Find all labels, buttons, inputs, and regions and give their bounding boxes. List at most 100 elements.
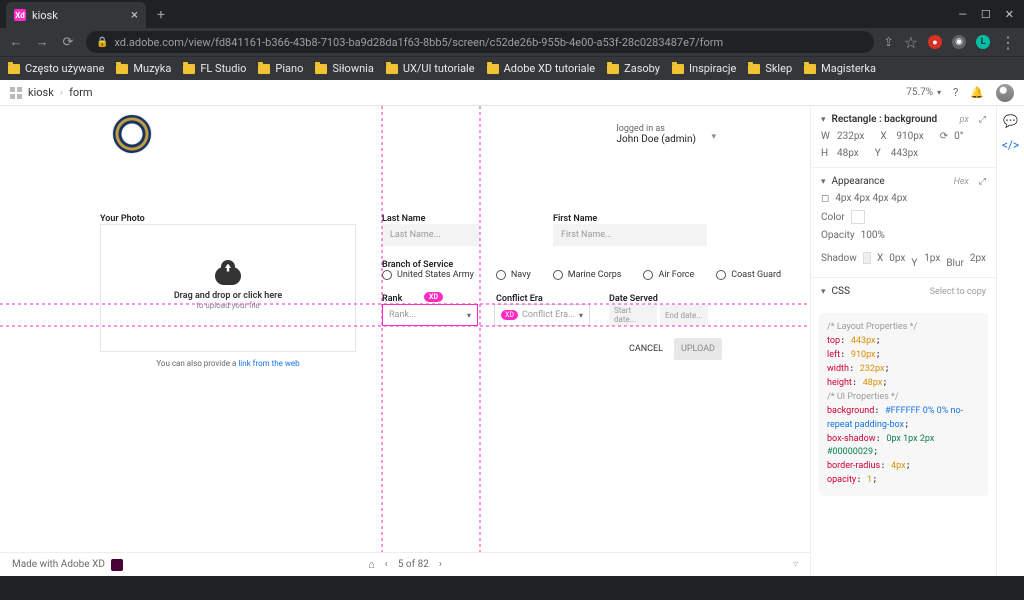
bookmark-item[interactable]: Inspiracje [672, 62, 736, 75]
rank-select[interactable]: Rank...▾ [382, 304, 478, 326]
rotate-icon: ⟳ [940, 131, 948, 142]
extension-red-icon[interactable]: ● [928, 35, 942, 49]
browser-tab[interactable]: Xd kiosk × [6, 2, 146, 28]
first-name-input[interactable]: First Name... [553, 224, 707, 246]
chevron-down-icon[interactable]: ▾ [821, 115, 826, 125]
branch-option[interactable]: Air Force [643, 270, 694, 280]
folder-icon [8, 64, 20, 74]
fill-swatch[interactable] [851, 210, 865, 224]
home-icon[interactable]: ⌂ [368, 558, 375, 571]
specs-icon[interactable]: </> [1002, 138, 1019, 152]
bookmark-item[interactable]: Adobe XD tutoriale [487, 62, 596, 75]
shadow-x: 0px [889, 253, 905, 264]
prop-opacity: 100% [861, 230, 885, 241]
bookmark-item[interactable]: Magisterka [804, 62, 876, 75]
address-bar[interactable]: 🔒 xd.adobe.com/view/fd841161-b366-43b8-7… [86, 31, 874, 53]
artboard-grid-icon[interactable] [10, 87, 22, 99]
bookmark-item[interactable]: Muzyka [116, 62, 171, 75]
breadcrumb-leaf[interactable]: form [69, 86, 92, 99]
bookmark-item[interactable]: UX/UI tutoriale [386, 62, 475, 75]
shadow-y: 1px [924, 253, 940, 264]
back-icon[interactable]: ← [8, 34, 24, 50]
branch-option[interactable]: Navy [496, 270, 531, 280]
extension-camera-icon[interactable]: ◉ [952, 35, 966, 49]
prop-rotate: 0° [954, 131, 963, 142]
branch-option[interactable]: United States Army [382, 270, 474, 280]
profile-avatar-icon[interactable]: L [976, 35, 990, 49]
last-name-input[interactable]: Last Name... [382, 224, 480, 246]
prop-h: 48px [837, 148, 859, 159]
share-icon[interactable]: ⇪ [884, 35, 894, 49]
help-icon[interactable]: ? [953, 86, 958, 99]
your-photo-label: Your Photo [100, 214, 145, 224]
logged-in-widget[interactable]: logged in as John Doe (admin) ▾ [617, 124, 697, 145]
link-from-web[interactable]: link from the web [238, 359, 299, 368]
bookmark-item[interactable]: Zasoby [607, 62, 660, 75]
window-close-icon[interactable]: ✕ [1005, 8, 1014, 21]
forward-icon[interactable]: → [34, 34, 50, 50]
window-maximize-icon[interactable]: ☐ [981, 8, 991, 21]
xd-selection-badge: XD [501, 310, 518, 320]
upload-button[interactable]: UPLOAD [674, 338, 722, 360]
css-output[interactable]: /* Layout Properties */ top: 443px; left… [819, 313, 988, 496]
comments-icon[interactable]: 💬 [1003, 114, 1018, 128]
css-heading: CSS [832, 286, 850, 297]
close-tab-icon[interactable]: × [131, 8, 138, 23]
next-artboard-icon[interactable]: › [439, 559, 442, 570]
xd-favicon: Xd [14, 9, 26, 21]
photo-dropzone[interactable]: Drag and drop or click here to upload yo… [100, 224, 356, 352]
conflict-era-label: Conflict Era [496, 294, 543, 304]
lock-icon: 🔒 [96, 37, 108, 48]
date-start-input[interactable]: Start date... [609, 304, 657, 326]
tab-title: kiosk [32, 9, 58, 22]
branch-option[interactable]: Marine Corps [553, 270, 622, 280]
appearance-heading: Appearance [832, 176, 885, 187]
prev-artboard-icon[interactable]: ‹ [385, 559, 388, 570]
folder-icon [672, 64, 684, 74]
date-end-input[interactable]: End date... [660, 304, 708, 326]
chevron-down-icon[interactable]: ▾ [821, 177, 826, 187]
canvas[interactable]: logged in as John Doe (admin) ▾ Your Pho… [0, 106, 810, 576]
chevron-down-icon[interactable]: ▾ [821, 287, 826, 297]
kebab-menu-icon[interactable]: ⋮ [1000, 33, 1016, 52]
folder-icon [804, 64, 816, 74]
breadcrumb-root[interactable]: kiosk [28, 86, 54, 99]
new-tab-button[interactable]: + [150, 4, 172, 26]
logged-in-user: John Doe (admin) [617, 134, 697, 145]
upload-cloud-icon [215, 267, 241, 285]
prop-x: 910px [896, 131, 923, 142]
photo-link-hint: You can also provide a link from the web [100, 359, 356, 368]
breadcrumb: kiosk › form [10, 86, 93, 99]
dropzone-subtitle: to upload your file [196, 301, 259, 310]
rail: 💬 </> [996, 106, 1024, 576]
reload-icon[interactable]: ⟳ [60, 35, 76, 50]
inspector-panel: ▾ Rectangle : background px ⤢ W232px X91… [810, 106, 996, 576]
logged-in-label: logged in as [617, 124, 697, 134]
conflict-era-select[interactable]: XD Conflict Era...▾ [494, 304, 590, 326]
bookmark-item[interactable]: Sklep [748, 62, 792, 75]
bookmark-item[interactable]: Siłownia [315, 62, 373, 75]
notifications-icon[interactable]: 🔔 [970, 86, 984, 99]
made-with-label: Made with Adobe XD [12, 559, 105, 570]
shadow-swatch[interactable] [863, 252, 871, 264]
user-avatar[interactable] [996, 84, 1014, 102]
star-icon[interactable]: ☆ [904, 33, 918, 52]
filter-icon[interactable]: ▿ [793, 559, 798, 570]
chevron-down-icon: ▾ [579, 311, 583, 320]
cancel-button[interactable]: CANCEL [622, 338, 670, 360]
color-label: Color [821, 212, 845, 223]
os-taskbar [0, 576, 1024, 600]
collapse-icon[interactable]: ⤢ [979, 115, 986, 125]
xd-selection-badge: XD [424, 292, 443, 302]
select-to-copy-hint: Select to copy [930, 287, 986, 297]
bookmark-item[interactable]: Piano [258, 62, 303, 75]
radio-icon [716, 270, 726, 280]
window-minimize-icon[interactable]: — [958, 8, 967, 21]
branch-option[interactable]: Coast Guard [716, 270, 781, 280]
branch-radio-group: United States Army Navy Marine Corps Air… [382, 270, 781, 280]
bookmark-item[interactable]: Często używane [8, 62, 104, 75]
collapse-icon[interactable]: ⤢ [979, 177, 986, 187]
url-text: xd.adobe.com/view/fd841161-b366-43b8-710… [114, 36, 723, 49]
zoom-control[interactable]: 75.7% ▾ [906, 87, 941, 98]
bookmark-item[interactable]: FL Studio [183, 62, 246, 75]
